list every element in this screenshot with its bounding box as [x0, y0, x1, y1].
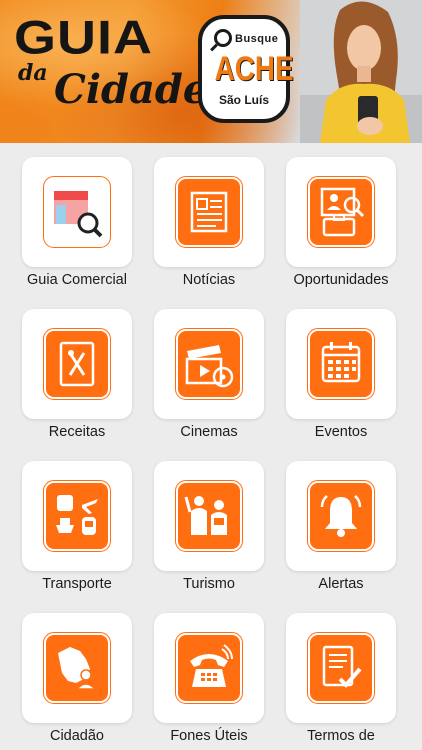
logo-main-text: ACHE: [214, 50, 294, 88]
header-banner: GUIA da Cidade Busque ACHE São Luís: [0, 0, 422, 143]
menu-item-label: Turismo: [183, 576, 235, 592]
menu-item-turismo[interactable]: Turismo: [154, 447, 286, 595]
menu-item-label: Transporte: [42, 576, 112, 592]
menu-item-eventos[interactable]: Eventos: [286, 295, 418, 443]
logo-small-text: Busque: [235, 33, 279, 45]
menu-card[interactable]: [154, 309, 264, 419]
menu-card[interactable]: [22, 157, 132, 267]
bell-icon: [307, 480, 375, 552]
citizen-map-icon: [43, 632, 111, 704]
terms-document-icon: [307, 632, 375, 704]
menu-item-noticias[interactable]: Notícias: [154, 143, 286, 291]
newspaper-icon: [175, 176, 243, 248]
menu-item-oportunidades[interactable]: Oportunidades: [286, 143, 418, 291]
menu-card[interactable]: [22, 613, 132, 723]
menu-item-cinemas[interactable]: Cinemas: [154, 295, 286, 443]
menu-card[interactable]: [286, 613, 396, 723]
menu-item-alertas[interactable]: Alertas: [286, 447, 418, 595]
menu-item-label: Eventos: [314, 424, 368, 440]
menu-card[interactable]: [154, 461, 264, 571]
menu-card[interactable]: [286, 461, 396, 571]
menu-card[interactable]: [286, 157, 396, 267]
menu-item-receitas[interactable]: Receitas: [22, 295, 154, 443]
menu-card[interactable]: [286, 309, 396, 419]
menu-item-label: Receitas: [48, 424, 106, 440]
menu-item-label: Fones Úteis: [170, 728, 248, 744]
menu-grid: Guia Comercial Notícias Oportunidades Re…: [0, 143, 422, 750]
menu-item-transporte[interactable]: Transporte: [22, 447, 154, 595]
menu-card[interactable]: [154, 157, 264, 267]
recipe-book-icon: [43, 328, 111, 400]
menu-item-label: Cinemas: [180, 424, 238, 440]
menu-item-label: Guia Comercial: [27, 272, 127, 288]
woman-with-phone-image: [300, 0, 422, 143]
menu-item-fones-uteis[interactable]: Fones Úteis: [154, 599, 286, 747]
app-subtitle-large: Cidade: [54, 66, 209, 113]
menu-item-label: Cidadão: [49, 728, 104, 744]
menu-item-label: Termos de: [307, 728, 375, 744]
menu-item-cidadao[interactable]: Cidadão: [22, 599, 154, 747]
tourists-icon: [175, 480, 243, 552]
menu-card[interactable]: [154, 613, 264, 723]
menu-item-guia-comercial[interactable]: Guia Comercial: [22, 143, 154, 291]
menu-item-termos[interactable]: Termos de: [286, 599, 418, 747]
menu-item-label: Alertas: [318, 576, 364, 592]
menu-item-label: Oportunidades: [293, 272, 389, 288]
logo-city: São Luís: [218, 93, 269, 107]
menu-item-label: Notícias: [182, 272, 236, 288]
app-title: GUIA: [14, 11, 153, 65]
transport-icon: [43, 480, 111, 552]
job-search-icon: [307, 176, 375, 248]
calendar-icon: [307, 328, 375, 400]
busque-ache-logo: Busque ACHE São Luís: [198, 15, 294, 123]
store-search-icon: [43, 176, 111, 248]
menu-card[interactable]: [22, 461, 132, 571]
clapperboard-icon: [175, 328, 243, 400]
menu-card[interactable]: [22, 309, 132, 419]
app-subtitle-small: da: [18, 60, 48, 86]
telephone-icon: [175, 632, 243, 704]
